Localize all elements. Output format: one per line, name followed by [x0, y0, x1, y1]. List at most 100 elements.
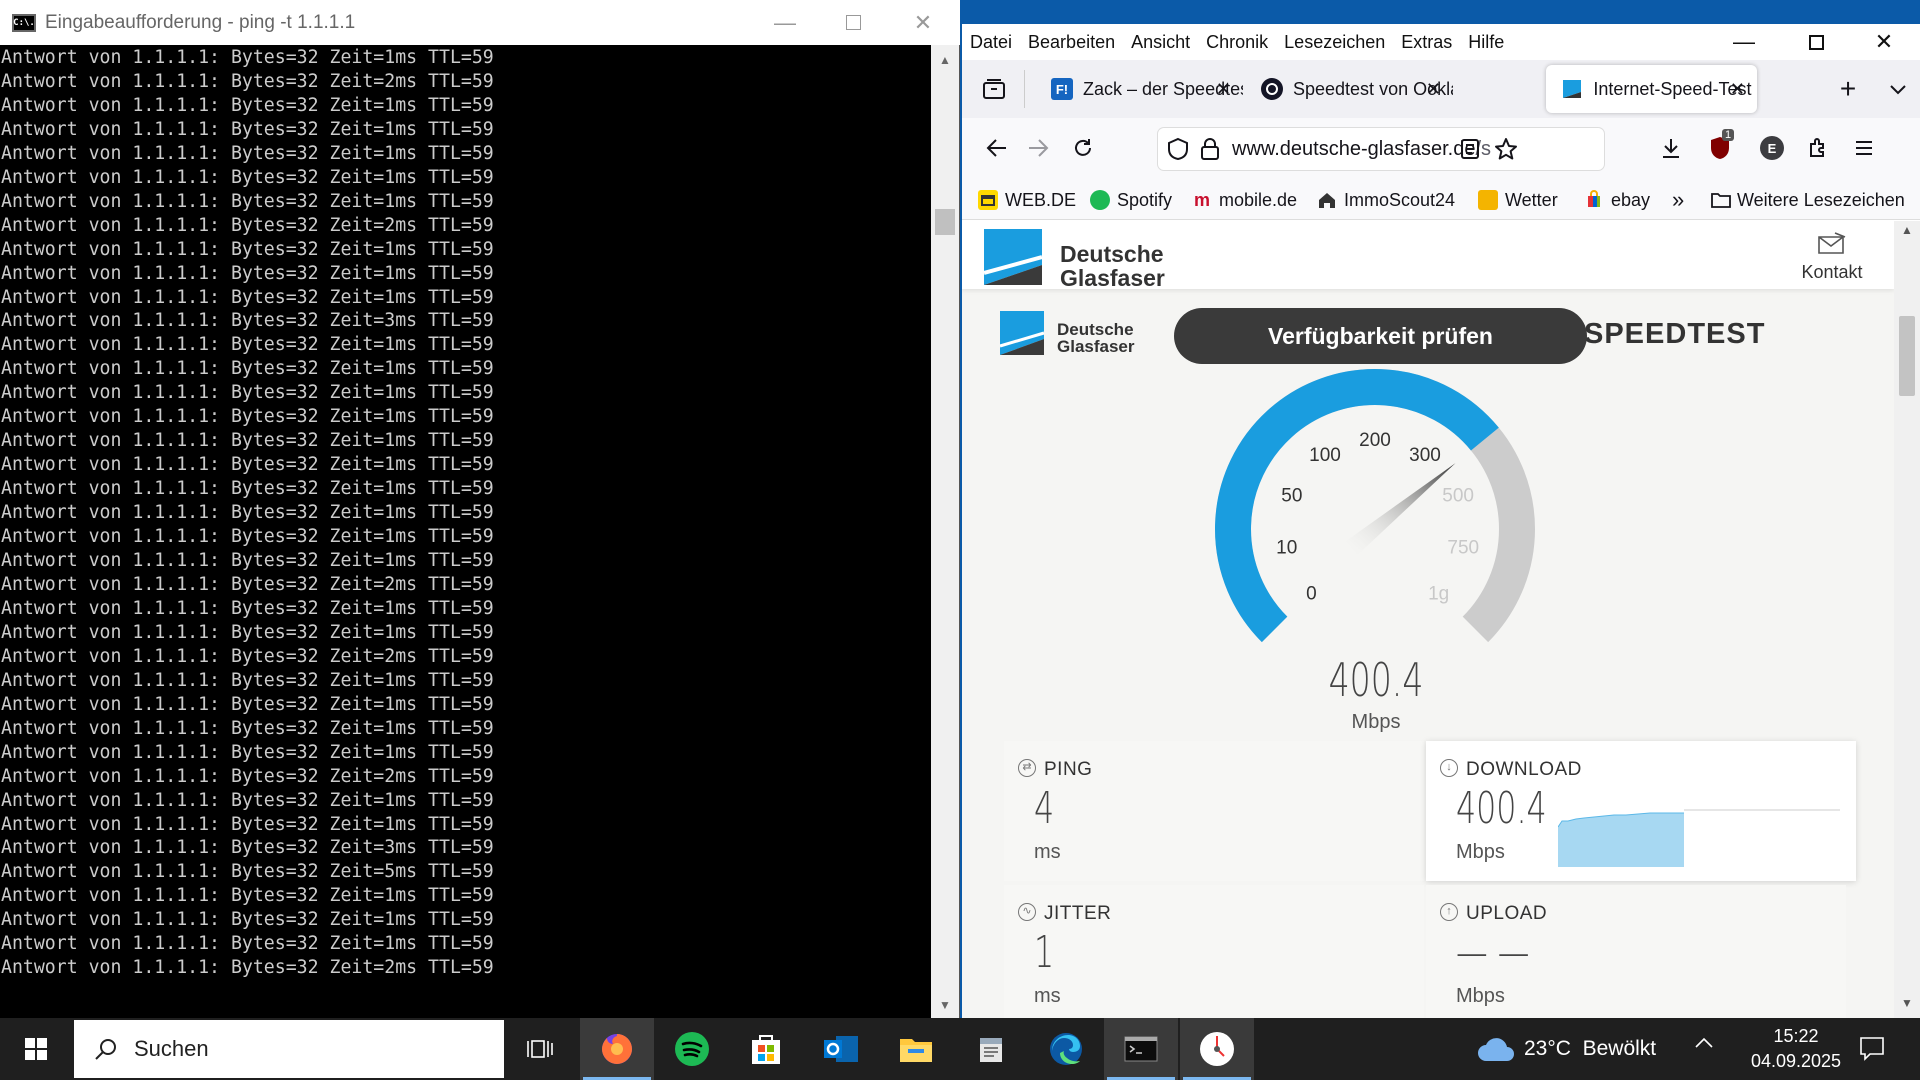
upload-unit: Mbps — [1456, 985, 1505, 1007]
bookmarks-overflow-chevron-icon[interactable]: » — [1672, 186, 1684, 214]
firefox-view-icon[interactable] — [974, 69, 1014, 109]
scroll-up-arrow-icon[interactable]: ▲ — [1894, 223, 1920, 243]
close-button[interactable]: ✕ — [889, 0, 957, 45]
notification-center-icon[interactable] — [1858, 1034, 1886, 1062]
account-avatar[interactable]: E — [1752, 128, 1792, 168]
jitter-unit: ms — [1034, 985, 1061, 1007]
bookmark-label: Wetter — [1505, 189, 1558, 210]
menu-ansicht[interactable]: Ansicht — [1123, 32, 1198, 53]
cmd-output-line: Antwort von 1.1.1.1: Bytes=32 Zeit=1ms T… — [1, 94, 494, 116]
ping-panel: ⇄ PING 4 ms — [1004, 741, 1424, 881]
spotify-taskbar-icon[interactable] — [655, 1018, 729, 1080]
tab-close-icon[interactable]: ✕ — [1216, 79, 1231, 100]
ping-icon: ⇄ — [1018, 759, 1036, 777]
taskbar-search[interactable]: Suchen — [74, 1020, 504, 1078]
file-explorer-icon[interactable] — [879, 1018, 953, 1080]
cmd-output[interactable]: Antwort von 1.1.1.1: Bytes=32 Zeit=1ms T… — [1, 46, 931, 996]
download-unit: Mbps — [1456, 841, 1505, 863]
cmd-output-line: Antwort von 1.1.1.1: Bytes=32 Zeit=3ms T… — [1, 310, 494, 332]
minimize-button[interactable]: — — [1710, 24, 1778, 60]
scroll-thumb[interactable] — [935, 209, 955, 235]
extensions-puzzle-icon[interactable] — [1798, 128, 1838, 168]
taskbar-clock[interactable]: 15:22 04.09.2025 — [1736, 1024, 1856, 1074]
tab-internet-speed-test[interactable]: Internet-Speed-Test | ✕ — [1546, 65, 1757, 113]
start-button[interactable] — [0, 1018, 72, 1080]
cmd-output-line: Antwort von 1.1.1.1: Bytes=32 Zeit=1ms T… — [1, 909, 494, 931]
ublock-origin-icon[interactable]: 1 — [1700, 128, 1740, 168]
tab-zack-speedtest[interactable]: F! Zack – der Speedtest ✕ — [1037, 64, 1243, 114]
bookmark-label: mobile.de — [1219, 189, 1298, 210]
cmd-output-line: Antwort von 1.1.1.1: Bytes=32 Zeit=1ms T… — [1, 550, 494, 572]
tab-close-icon[interactable]: ✕ — [1730, 79, 1745, 100]
cmd-scrollbar[interactable]: ▲ ▼ — [931, 45, 959, 1018]
scroll-down-arrow-icon[interactable]: ▼ — [1894, 996, 1920, 1016]
reader-view-icon[interactable] — [1460, 138, 1480, 160]
cmd-output-line: Antwort von 1.1.1.1: Bytes=32 Zeit=1ms T… — [1, 502, 494, 524]
firefox-taskbar-icon[interactable] — [580, 1018, 654, 1080]
tab-close-icon[interactable]: ✕ — [1426, 79, 1441, 100]
ookla-icon — [1261, 77, 1283, 101]
tray-chevron-up-icon[interactable] — [1694, 1036, 1714, 1050]
gauge-tick-label: 10 — [1276, 538, 1297, 559]
download-icon[interactable] — [1651, 128, 1691, 168]
microsoft-store-icon[interactable] — [729, 1018, 803, 1080]
menu-extras[interactable]: Extras — [1393, 32, 1460, 53]
bookmark-wetter[interactable]: Wetter — [1478, 186, 1558, 214]
tab-ookla-speedtest[interactable]: Speedtest von Ookla ✕ — [1247, 64, 1453, 114]
page-scrollbar[interactable]: ▲ ▼ — [1894, 221, 1920, 1018]
cmd-output-line: Antwort von 1.1.1.1: Bytes=32 Zeit=1ms T… — [1, 142, 494, 164]
gauge-tick-label: 0 — [1306, 584, 1317, 605]
task-view-icon[interactable] — [503, 1018, 577, 1080]
scroll-down-arrow-icon[interactable]: ▼ — [931, 994, 959, 1016]
minimize-button[interactable]: — — [751, 0, 819, 45]
terminal-taskbar-icon[interactable] — [1104, 1018, 1178, 1080]
bookmark-webde[interactable]: WEB.DE — [978, 186, 1076, 214]
download-arrow-icon: ↓ — [1440, 759, 1458, 777]
bookmark-star-icon[interactable] — [1494, 137, 1518, 161]
cmd-output-line: Antwort von 1.1.1.1: Bytes=32 Zeit=1ms T… — [1, 813, 494, 835]
new-tab-button[interactable]: + — [1828, 69, 1868, 109]
cmd-title-bar[interactable]: C:\. Eingabeaufforderung - ping -t 1.1.1… — [0, 0, 960, 45]
hamburger-menu-icon[interactable] — [1844, 128, 1884, 168]
list-tabs-chevron-icon[interactable] — [1878, 69, 1918, 109]
notepad-icon[interactable] — [954, 1018, 1028, 1080]
maximize-button[interactable] — [819, 0, 887, 45]
maximize-button[interactable] — [1782, 24, 1850, 60]
menu-datei[interactable]: Datei — [962, 32, 1020, 53]
cmd-output-line: Antwort von 1.1.1.1: Bytes=32 Zeit=2ms T… — [1, 957, 494, 979]
cmd-output-line: Antwort von 1.1.1.1: Bytes=32 Zeit=1ms T… — [1, 669, 494, 691]
url-bar[interactable]: www.deutsche-glasfaser.de/s — [1158, 128, 1604, 170]
shield-icon[interactable] — [1166, 137, 1190, 161]
navigation-toolbar: www.deutsche-glasfaser.de/s 1 E — [962, 118, 1920, 180]
bookmark-immoscout24[interactable]: ImmoScout24 — [1317, 186, 1455, 214]
menu-chronik[interactable]: Chronik — [1198, 32, 1276, 53]
bookmark-spotify[interactable]: Spotify — [1090, 186, 1172, 214]
lock-icon[interactable] — [1200, 137, 1220, 161]
url-text[interactable]: www.deutsche-glasfaser.de/s — [1232, 138, 1532, 161]
mobile-de-icon: m — [1193, 190, 1210, 210]
windows-logo-icon — [25, 1038, 47, 1060]
immoscout-house-icon — [1317, 190, 1337, 210]
menu-lesezeichen[interactable]: Lesezeichen — [1276, 32, 1393, 53]
back-arrow-icon[interactable] — [977, 128, 1017, 168]
deutsche-glasfaser-logo[interactable] — [984, 229, 1042, 285]
scroll-up-arrow-icon[interactable]: ▲ — [931, 49, 959, 71]
weather-widget[interactable]: 23°C Bewölkt — [1476, 1018, 1656, 1080]
forward-arrow-icon[interactable] — [1018, 128, 1058, 168]
upload-arrow-icon: ↑ — [1440, 903, 1458, 921]
scroll-thumb[interactable] — [1899, 316, 1915, 396]
reload-icon[interactable] — [1063, 128, 1103, 168]
other-bookmarks-folder[interactable]: Weitere Lesezeichen — [1710, 186, 1905, 214]
gauge-tick-label: 1g — [1428, 584, 1449, 605]
outlook-icon[interactable] — [804, 1018, 878, 1080]
edge-icon[interactable] — [1029, 1018, 1103, 1080]
close-button[interactable]: ✕ — [1850, 24, 1918, 60]
speedtest-app-icon[interactable] — [1180, 1018, 1254, 1080]
cmd-output-line: Antwort von 1.1.1.1: Bytes=32 Zeit=1ms T… — [1, 166, 494, 188]
bookmark-mobile-de[interactable]: m mobile.de — [1192, 186, 1297, 214]
contact-link[interactable]: Kontakt — [1792, 231, 1872, 283]
menu-hilfe[interactable]: Hilfe — [1460, 32, 1512, 53]
bookmark-ebay[interactable]: ebay — [1584, 186, 1650, 214]
speed-gauge: 0 10 50 100 200 300500 750 1g — [1215, 369, 1535, 643]
menu-bearbeiten[interactable]: Bearbeiten — [1020, 32, 1123, 53]
